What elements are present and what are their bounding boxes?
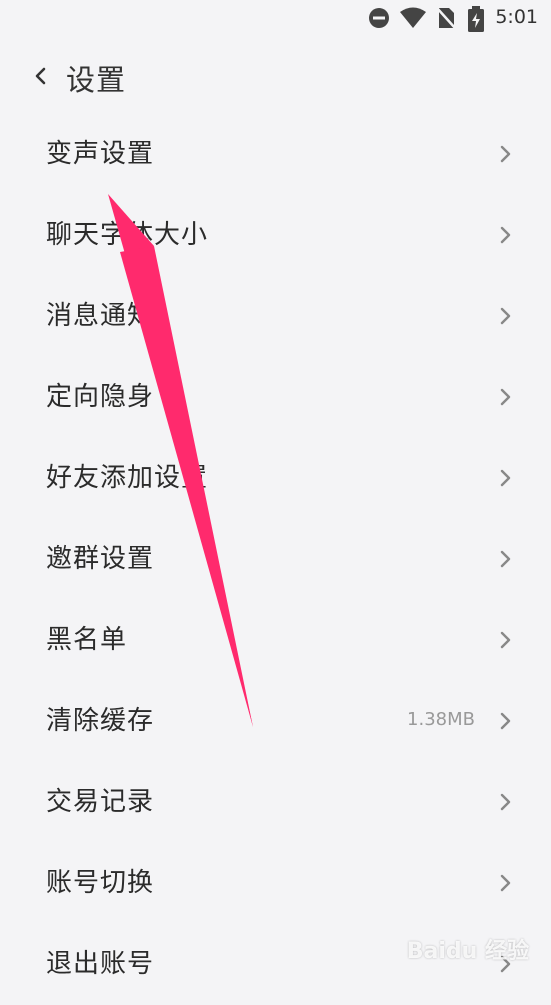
chevron-right-icon (500, 307, 511, 325)
menu-item-voice-change[interactable]: 变声设置 (0, 114, 551, 195)
settings-menu: 变声设置 聊天字体大小 消息通知 定向隐身 好友添加设置 邀群设置 黑名单 清除… (0, 114, 551, 1005)
watermark-logo: Baidu 经验 (406, 939, 529, 964)
menu-item-label: 好友添加设置 (46, 463, 209, 493)
menu-item-label: 定向隐身 (46, 382, 155, 412)
chevron-right-icon (500, 874, 511, 892)
wifi-icon (400, 7, 426, 28)
menu-item-label: 变声设置 (46, 139, 155, 169)
do-not-disturb-icon (369, 8, 389, 28)
menu-item-notifications[interactable]: 消息通知 (0, 276, 551, 357)
chevron-right-icon (500, 712, 511, 730)
chevron-right-icon (500, 469, 511, 487)
menu-item-label: 消息通知 (46, 301, 155, 331)
menu-item-group-invite-settings[interactable]: 邀群设置 (0, 519, 551, 600)
status-bar: 5:01 (0, 0, 551, 36)
menu-item-label: 聊天字体大小 (46, 220, 209, 250)
status-time: 5:01 (495, 6, 538, 28)
header: 设置 (0, 52, 551, 102)
menu-item-blacklist[interactable]: 黑名单 (0, 600, 551, 681)
page-title: 设置 (66, 63, 127, 97)
cache-size-value: 1.38MB (407, 709, 475, 730)
chevron-right-icon (500, 226, 511, 244)
chevron-right-icon (500, 388, 511, 406)
battery-charging-icon (468, 6, 484, 32)
menu-item-label: 退出账号 (46, 949, 155, 979)
menu-item-label: 交易记录 (46, 787, 155, 817)
no-sim-icon (436, 7, 456, 29)
chevron-right-icon (500, 793, 511, 811)
chevron-left-icon (35, 67, 46, 85)
menu-item-label: 账号切换 (46, 868, 155, 898)
menu-item-label: 清除缓存 (46, 706, 155, 736)
menu-item-label: 黑名单 (46, 625, 128, 655)
menu-item-label: 邀群设置 (46, 544, 155, 574)
menu-item-targeted-invisibility[interactable]: 定向隐身 (0, 357, 551, 438)
menu-item-transaction-records[interactable]: 交易记录 (0, 762, 551, 843)
back-button[interactable] (28, 62, 52, 90)
chevron-right-icon (500, 631, 511, 649)
chevron-right-icon (500, 145, 511, 163)
menu-item-friend-add-settings[interactable]: 好友添加设置 (0, 438, 551, 519)
chevron-right-icon (500, 550, 511, 568)
menu-item-switch-account[interactable]: 账号切换 (0, 843, 551, 924)
menu-item-clear-cache[interactable]: 清除缓存 1.38MB (0, 681, 551, 762)
menu-item-chat-font-size[interactable]: 聊天字体大小 (0, 195, 551, 276)
